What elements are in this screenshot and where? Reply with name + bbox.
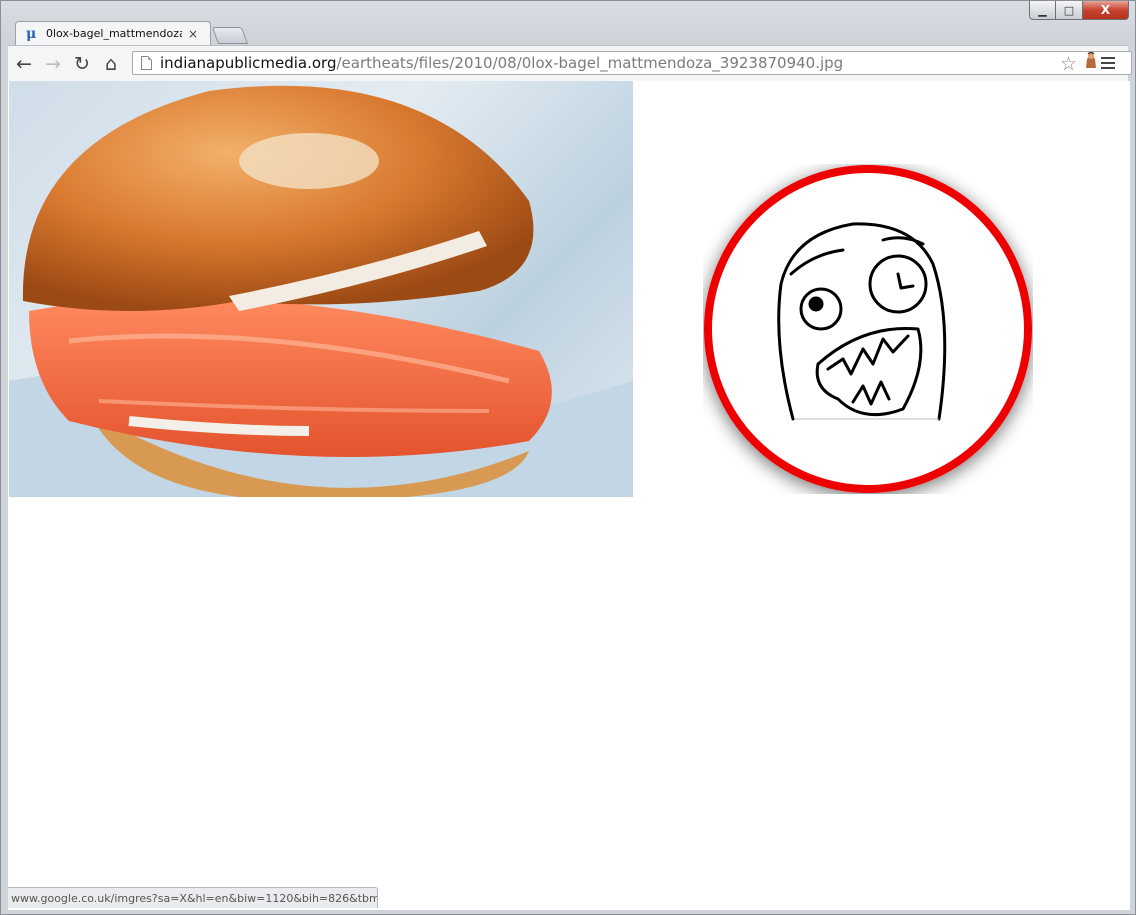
rage-face-circle-graphic (704, 165, 1032, 493)
back-button[interactable]: ← (11, 51, 37, 77)
window-controls: ▁ □ X (1029, 1, 1129, 21)
maximize-button[interactable]: □ (1056, 1, 1083, 20)
url-host: indianapublicmedia.org (160, 54, 337, 72)
home-button[interactable]: ⌂ (98, 51, 124, 77)
new-tab-button[interactable] (211, 27, 249, 44)
star-icon[interactable]: ☆ (1060, 53, 1077, 75)
mu-favicon-icon: μ (26, 25, 37, 42)
toolbar: ← → ↻ ⌂ indianapublicmedia.org/eartheats… (8, 45, 1132, 82)
extension-icon[interactable] (1083, 51, 1099, 69)
reload-button[interactable]: ↻ (69, 51, 95, 77)
page-icon (141, 56, 152, 70)
tab-strip: μ 0lox-bagel_mattmendoza_3923870940.jpg … (9, 19, 609, 45)
address-bar[interactable]: indianapublicmedia.org/eartheats/files/2… (132, 51, 1132, 75)
tab-title: 0lox-bagel_mattmendoza_3923870940.jpg (46, 27, 182, 40)
url-text[interactable]: indianapublicmedia.org/eartheats/files/2… (160, 54, 843, 72)
bagel-photo (9, 81, 633, 497)
forward-button[interactable]: → (40, 51, 66, 77)
status-bar: www.google.co.uk/imgres?sa=X&hl=en&biw=1… (8, 887, 378, 908)
page-viewport (8, 81, 1130, 910)
tab-close-icon[interactable]: × (188, 27, 198, 41)
tab-active[interactable]: μ 0lox-bagel_mattmendoza_3923870940.jpg … (15, 21, 211, 45)
minimize-button[interactable]: ▁ (1029, 1, 1056, 20)
browser-window: ▁ □ X μ 0lox-bagel_mattmendoza_392387094… (0, 0, 1136, 915)
close-window-button[interactable]: X (1083, 1, 1129, 20)
url-path: /eartheats/files/2010/08/0lox-bagel_matt… (336, 54, 844, 72)
hamburger-menu-icon[interactable] (1101, 57, 1115, 72)
bagel-photo-graphic (9, 85, 633, 497)
